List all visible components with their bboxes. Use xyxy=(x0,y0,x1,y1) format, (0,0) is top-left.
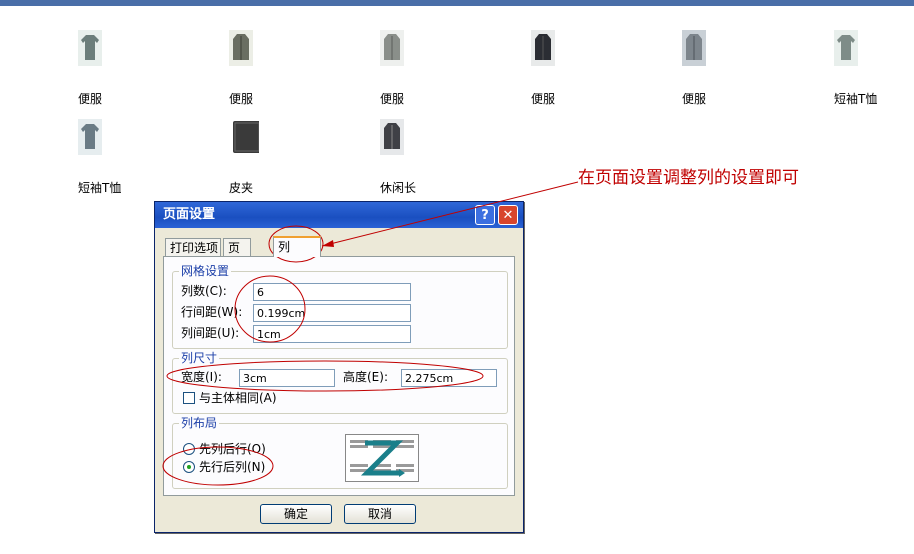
close-button[interactable]: ✕ xyxy=(498,205,518,225)
row-spacing-input[interactable]: 0.199cm xyxy=(253,304,411,322)
tab-print-options[interactable]: 打印选项 xyxy=(165,238,221,256)
column-layout-group: 列布局 先列后行(O) 先行后列(N) xyxy=(172,416,508,489)
annotation-text: 在页面设置调整列的设置即可 xyxy=(578,168,799,188)
columns-label: 列数(C): xyxy=(181,284,227,298)
grid-settings-group: 网格设置 列数(C): 6 行间距(W): 0.199cm 列间距(U): 1c… xyxy=(172,264,508,349)
columns-first-radio[interactable] xyxy=(183,443,195,455)
product-label: 便服 xyxy=(682,92,707,106)
product-label: 短袖T恤 xyxy=(834,92,878,106)
width-label: 宽度(I): xyxy=(181,370,222,384)
same-as-body-checkbox[interactable] xyxy=(183,392,195,404)
columns-first-label: 先列后行(O) xyxy=(199,442,266,456)
top-window-edge xyxy=(0,0,914,6)
product-label: 便服 xyxy=(380,92,405,106)
columns-tab-panel: 网格设置 列数(C): 6 行间距(W): 0.199cm 列间距(U): 1c… xyxy=(163,256,515,496)
jacket-thumbnail-icon xyxy=(531,30,555,66)
tab-page[interactable]: 页 xyxy=(223,238,251,256)
row-spacing-label: 行间距(W): xyxy=(181,305,243,319)
cancel-button[interactable]: 取消 xyxy=(344,504,416,524)
jacket-thumbnail-icon xyxy=(380,30,404,66)
tab-columns[interactable]: 列 xyxy=(273,236,321,257)
column-layout-title: 列布局 xyxy=(179,416,220,430)
same-as-body-label: 与主体相同(A) xyxy=(199,391,277,405)
product-label: 便服 xyxy=(531,92,556,106)
dialog-titlebar[interactable]: 页面设置 ? ✕ xyxy=(155,202,523,228)
column-spacing-input[interactable]: 1cm xyxy=(253,325,411,343)
product-label: 皮夹 xyxy=(229,181,254,195)
rows-first-label: 先行后列(N) xyxy=(199,460,266,474)
tshirt-thumbnail-icon xyxy=(834,30,858,66)
product-label: 便服 xyxy=(229,92,254,106)
columns-input[interactable]: 6 xyxy=(253,283,411,301)
jacket-thumbnail-icon xyxy=(229,30,253,66)
rows-first-radio[interactable] xyxy=(183,461,195,473)
help-button[interactable]: ? xyxy=(475,205,495,225)
layout-preview-icon xyxy=(345,434,419,482)
product-label: 便服 xyxy=(78,92,103,106)
jacket-thumbnail-icon xyxy=(380,119,404,155)
page-setup-dialog: 页面设置 ? ✕ 打印选项 页 列 网格设置 列数(C): 6 行间距(W): … xyxy=(154,201,524,533)
column-size-title: 列尺寸 xyxy=(179,351,220,365)
height-input[interactable]: 2.275cm xyxy=(401,369,497,387)
ok-button[interactable]: 确定 xyxy=(260,504,332,524)
tshirt-thumbnail-icon xyxy=(78,119,102,155)
height-label: 高度(E): xyxy=(343,370,388,384)
width-input[interactable]: 3cm xyxy=(239,369,335,387)
dialog-title: 页面设置 xyxy=(163,207,216,222)
column-size-group: 列尺寸 宽度(I): 3cm 高度(E): 2.275cm 与主体相同(A) xyxy=(172,351,508,414)
column-spacing-label: 列间距(U): xyxy=(181,326,240,340)
jacket-thumbnail-icon xyxy=(682,30,706,66)
shirt-thumbnail-icon xyxy=(78,30,102,66)
product-label: 休闲长 xyxy=(380,181,417,195)
grid-settings-title: 网格设置 xyxy=(179,264,232,278)
wallet-thumbnail-icon xyxy=(233,121,259,153)
product-label: 短袖T恤 xyxy=(78,181,122,195)
